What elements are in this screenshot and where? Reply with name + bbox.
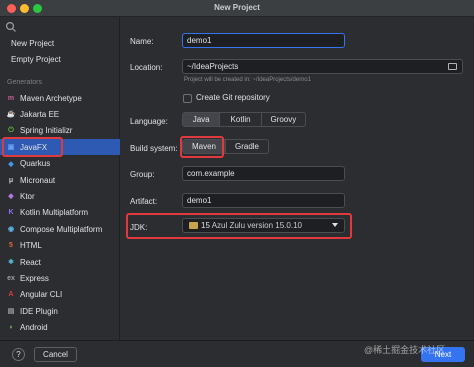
sidebar-item-android[interactable]: ◗ Android (0, 320, 120, 336)
sidebar-item-kotlin-multiplatform[interactable]: K Kotlin Multiplatform (0, 205, 120, 221)
jakarta-icon: ☕ (6, 111, 16, 119)
window-title: New Project (214, 3, 260, 12)
sidebar-item-html[interactable]: 5 HTML (0, 238, 120, 254)
sidebar-item-label: Maven Archetype (20, 93, 82, 103)
language-option-java[interactable]: Java (183, 113, 221, 126)
sidebar-item-ktor[interactable]: ◆ Ktor (0, 188, 120, 204)
location-hint: Project will be created in: ~/IdeaProjec… (184, 77, 311, 83)
create-git-label: Create Git repository (196, 93, 270, 102)
sidebar-item-express[interactable]: ex Express (0, 270, 120, 286)
sidebar-item-label: HTML (20, 241, 42, 251)
javafx-highlight-box (2, 137, 63, 157)
sidebar-item-ide-plugin[interactable]: ▤ IDE Plugin (0, 303, 120, 319)
sidebar-item-micronaut[interactable]: μ Micronaut (0, 172, 120, 188)
location-value: ~/IdeaProjects (187, 62, 239, 71)
generators-heading: Generators (7, 79, 43, 86)
search-icon[interactable] (5, 21, 17, 33)
sidebar-item-empty-project[interactable]: Empty Project (0, 51, 120, 67)
angular-icon: A (8, 291, 14, 299)
language-selector: Java Kotlin Groovy (182, 112, 306, 127)
sidebar-item-label: Ktor (20, 191, 35, 201)
sidebar-item-label: Kotlin Multiplatform (20, 208, 89, 218)
sidebar-item-label: IDE Plugin (20, 306, 58, 316)
project-form: Name: demo1 Location: ~/IdeaProjects Pro… (121, 17, 474, 340)
sidebar-item-react[interactable]: ⚛ React (0, 254, 120, 270)
sidebar-item-compose-multiplatform[interactable]: ◉ Compose Multiplatform (0, 221, 120, 237)
group-label: Group: (130, 170, 155, 179)
maven-icon: m (7, 94, 15, 102)
cancel-button[interactable]: Cancel (34, 347, 77, 362)
express-icon: ex (7, 274, 15, 282)
create-git-checkbox[interactable] (183, 94, 192, 103)
name-field[interactable]: demo1 (182, 33, 345, 48)
sidebar-item-label: Android (20, 323, 48, 333)
sidebar-item-label: Quarkus (20, 159, 51, 169)
sidebar-item-new-project[interactable]: New Project (0, 35, 120, 51)
name-label: Name: (130, 37, 154, 46)
sidebar-item-jakarta-ee[interactable]: ☕ Jakarta EE (0, 106, 120, 122)
sidebar-item-quarkus[interactable]: ◆ Quarkus (0, 156, 120, 172)
group-field[interactable]: com.example (182, 166, 345, 181)
kotlin-icon: K (8, 209, 14, 217)
micronaut-icon: μ (8, 176, 14, 184)
ktor-icon: ◆ (8, 193, 14, 201)
sidebar-item-label: Express (20, 273, 49, 283)
compose-icon: ◉ (7, 226, 15, 234)
watermark: @稀土掘金技术社区 (364, 345, 446, 355)
build-option-gradle[interactable]: Gradle (226, 140, 268, 153)
react-icon: ⚛ (7, 259, 15, 266)
language-label: Language: (130, 117, 168, 126)
quarkus-icon: ◆ (8, 160, 14, 168)
html-icon: 5 (9, 242, 13, 250)
sidebar-item-maven-archetype[interactable]: m Maven Archetype (0, 90, 120, 106)
location-label: Location: (130, 63, 163, 72)
language-option-kotlin[interactable]: Kotlin (220, 113, 262, 126)
sidebar: New Project Empty Project Generators m Ma… (0, 17, 120, 340)
sidebar-item-label: Jakarta EE (20, 109, 60, 119)
android-icon: ◗ (8, 324, 14, 332)
artifact-field[interactable]: demo1 (182, 193, 345, 208)
jdk-highlight-box (126, 213, 352, 239)
sidebar-item-label: Spring Initializr (20, 126, 73, 136)
help-button[interactable]: ? (12, 348, 25, 361)
sidebar-item-label: Compose Multiplatform (20, 224, 103, 234)
sidebar-item-label: React (20, 257, 41, 267)
plugin-icon: ▤ (7, 308, 15, 316)
folder-icon[interactable] (448, 63, 457, 70)
artifact-label: Artifact: (130, 197, 158, 206)
sidebar-item-label: Micronaut (20, 175, 56, 185)
build-system-label: Build system: (130, 144, 178, 153)
spring-icon: ⏻ (8, 126, 14, 134)
title-bar: New Project (0, 0, 474, 17)
location-field[interactable]: ~/IdeaProjects (182, 59, 463, 74)
language-option-groovy[interactable]: Groovy (262, 113, 305, 126)
sidebar-item-label: Angular CLI (20, 290, 63, 300)
sidebar-item-angular-cli[interactable]: A Angular CLI (0, 287, 120, 303)
maven-highlight-box (180, 136, 224, 158)
